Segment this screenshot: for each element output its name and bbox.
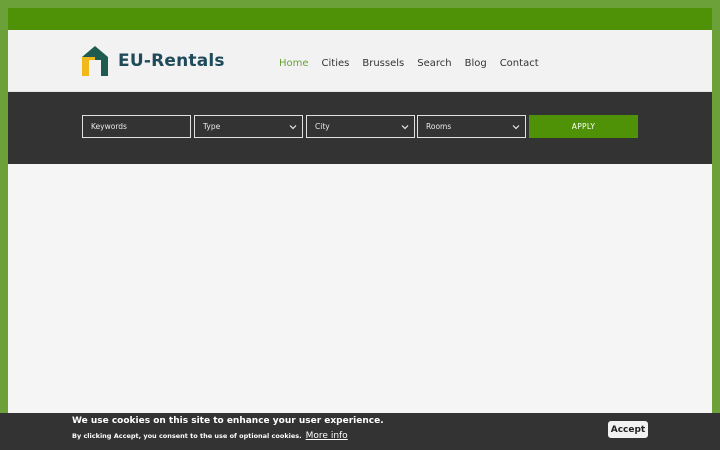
city-select-value: City	[315, 122, 330, 131]
city-select[interactable]: City	[306, 115, 415, 138]
nav-item-brussels[interactable]: Brussels	[362, 58, 404, 69]
accept-cookies-button[interactable]: Accept	[608, 421, 648, 438]
chevron-down-icon	[401, 125, 409, 130]
type-select-value: Type	[203, 122, 221, 131]
chevron-down-icon	[512, 125, 520, 130]
rooms-select-value: Rooms	[426, 122, 452, 131]
page-frame: EU-Rentals Home Cities Brussels Search B…	[8, 8, 712, 450]
nav-item-contact[interactable]: Contact	[500, 58, 539, 69]
more-info-link[interactable]: More info	[306, 431, 348, 441]
cookie-consent-text: By clicking Accept, you consent to the u…	[72, 432, 302, 440]
top-bar	[8, 8, 712, 30]
type-select[interactable]: Type	[194, 115, 303, 138]
nav-item-cities[interactable]: Cities	[322, 58, 350, 69]
cookie-banner: We use cookies on this site to enhance y…	[0, 413, 720, 450]
site-header: EU-Rentals Home Cities Brussels Search B…	[8, 30, 712, 92]
nav-item-home[interactable]: Home	[279, 58, 309, 69]
nav-item-search[interactable]: Search	[417, 58, 451, 69]
apply-button[interactable]: APPLY	[529, 115, 638, 138]
site-logo[interactable]: EU-Rentals	[82, 46, 225, 76]
chevron-down-icon	[289, 125, 297, 130]
cookie-title: We use cookies on this site to enhance y…	[72, 416, 384, 426]
search-bar: Type City Rooms APPLY	[8, 92, 712, 164]
main-nav: Home Cities Brussels Search Blog Contact	[279, 58, 552, 69]
keywords-input[interactable]	[91, 122, 190, 131]
nav-item-blog[interactable]: Blog	[465, 58, 487, 69]
logo-text: EU-Rentals	[118, 51, 225, 71]
keywords-field[interactable]	[82, 115, 191, 138]
cookie-consent: By clicking Accept, you consent to the u…	[72, 431, 348, 441]
house-logo-icon	[82, 46, 108, 76]
rooms-select[interactable]: Rooms	[417, 115, 526, 138]
